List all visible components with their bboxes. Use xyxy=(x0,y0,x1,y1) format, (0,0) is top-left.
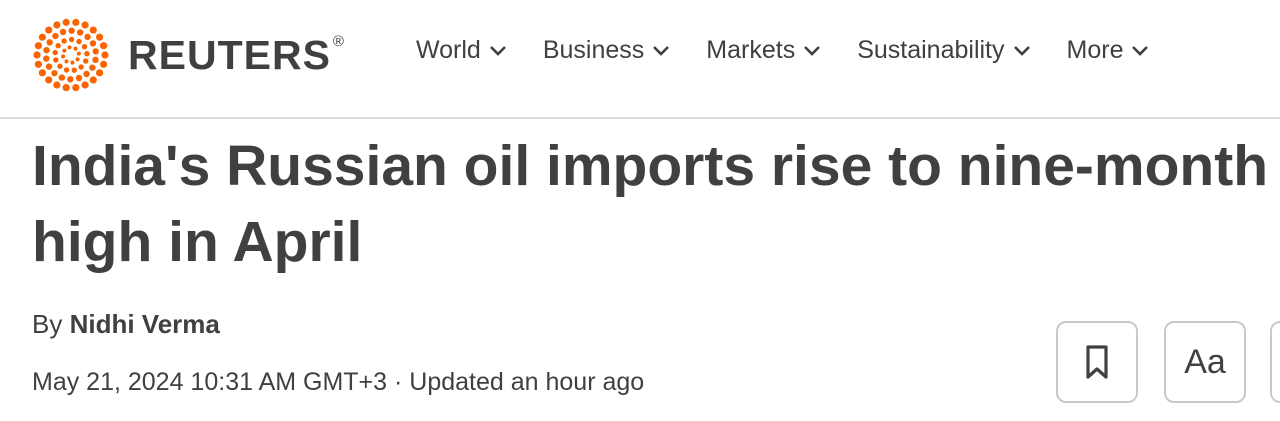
main-nav: World Business Markets Sustainability Mo… xyxy=(416,36,1185,65)
logo-dot xyxy=(76,38,82,45)
logo-dot xyxy=(83,70,90,78)
byline-prefix: By xyxy=(32,309,63,339)
logo-dot xyxy=(43,55,50,62)
text-size-button[interactable]: Aa xyxy=(1164,321,1246,403)
logo-dot xyxy=(81,43,88,50)
logo-dot xyxy=(55,43,61,49)
nav-item-more[interactable]: More xyxy=(1067,36,1150,65)
chevron-down-icon xyxy=(1013,45,1030,56)
logo-dot xyxy=(53,81,61,89)
logo-dot xyxy=(73,46,78,51)
logo-dot xyxy=(89,64,96,71)
nav-item-markets[interactable]: Markets xyxy=(706,36,821,65)
article-headline: India's Russian oil imports rise to nine… xyxy=(32,128,1280,280)
logo-dot xyxy=(72,18,80,26)
logo-dot xyxy=(51,69,58,77)
text-size-label: Aa xyxy=(1184,342,1226,381)
bookmark-icon xyxy=(1086,345,1108,379)
logo-dot xyxy=(43,46,50,54)
headline-line-1: India's Russian oil imports rise to nine… xyxy=(32,134,1269,198)
logo-dot xyxy=(38,33,46,41)
logo-dot xyxy=(89,40,97,47)
logo-dot xyxy=(67,76,74,83)
logo-dot xyxy=(57,63,63,69)
logo-dot xyxy=(89,76,97,84)
logo-dot xyxy=(63,67,70,73)
bookmark-button[interactable] xyxy=(1056,321,1138,403)
chevron-down-icon xyxy=(804,45,821,56)
registered-mark: ® xyxy=(332,32,344,50)
nav-item-sustainability[interactable]: Sustainability xyxy=(857,36,1030,65)
chevron-down-icon xyxy=(1132,45,1149,56)
dateline: May 21, 2024 10:31 AM GMT+3 · Updated an… xyxy=(32,368,645,396)
nav-item-label: World xyxy=(416,36,481,64)
logo-dot xyxy=(78,64,84,70)
logo-dot xyxy=(101,51,109,59)
logo-dot xyxy=(33,51,41,59)
nav-item-world[interactable]: World xyxy=(416,36,507,65)
logo-dot xyxy=(59,28,67,36)
logo-wordmark: REUTERS xyxy=(128,31,331,78)
headline-line-2: high in April xyxy=(32,210,363,274)
logo-dot xyxy=(76,51,81,56)
logo-dot xyxy=(83,58,89,64)
author-link[interactable]: Nidhi Verma xyxy=(70,309,220,339)
logo-dot xyxy=(52,32,59,40)
logo-dot xyxy=(61,54,66,59)
logo-dot xyxy=(96,33,104,41)
logo-dot xyxy=(72,84,80,92)
logo-dot xyxy=(70,60,75,65)
logo-dot xyxy=(45,76,53,84)
logo-dot xyxy=(62,84,70,92)
reuters-logo-mark-icon xyxy=(33,18,109,92)
site-header: REUTERS ® World Business Markets Sustain… xyxy=(0,0,1280,119)
logo-dot xyxy=(45,63,53,70)
logo-dot xyxy=(84,51,90,57)
logo-dot xyxy=(81,81,89,89)
logo-dot xyxy=(100,60,108,68)
nav-item-business[interactable]: Business xyxy=(543,36,670,65)
nav-item-label: Sustainability xyxy=(857,36,1005,64)
logo-dot xyxy=(92,56,99,64)
logo-dot xyxy=(89,26,97,34)
logo-dot xyxy=(58,74,66,81)
logo-dot xyxy=(52,49,58,56)
logo-dot xyxy=(68,36,75,43)
logo-dot xyxy=(68,27,75,34)
logo-dot xyxy=(100,42,108,50)
logo-dot xyxy=(67,45,72,50)
nav-item-label: Business xyxy=(542,36,645,64)
logo-dot xyxy=(53,21,61,29)
logo-dot xyxy=(61,38,67,44)
logo-dot xyxy=(45,26,53,34)
logo-dot xyxy=(96,69,104,77)
logo-dot xyxy=(62,48,67,53)
logo-dot xyxy=(34,60,42,68)
logo-dot xyxy=(38,69,46,77)
logo-dot xyxy=(71,67,77,73)
logo-dot xyxy=(64,59,69,64)
byline: By Nidhi Verma xyxy=(32,309,220,340)
logo-dot xyxy=(62,18,70,26)
logo-dot xyxy=(53,57,59,63)
reuters-logo[interactable]: REUTERS ® xyxy=(30,16,344,94)
share-button[interactable] xyxy=(1270,321,1280,403)
logo-dot xyxy=(76,29,84,36)
chevron-down-icon xyxy=(489,45,506,56)
nav-item-label: Markets xyxy=(706,36,796,64)
logo-dot xyxy=(34,42,42,50)
logo-dot xyxy=(75,57,80,62)
nav-item-label: More xyxy=(1066,36,1124,64)
logo-dot xyxy=(84,33,91,41)
page: REUTERS ® World Business Markets Sustain… xyxy=(0,0,1280,421)
logo-dot xyxy=(46,39,53,46)
logo-dot xyxy=(81,21,89,29)
logo-dot xyxy=(92,48,99,55)
logo-dot xyxy=(75,74,83,82)
chevron-down-icon xyxy=(653,45,670,56)
